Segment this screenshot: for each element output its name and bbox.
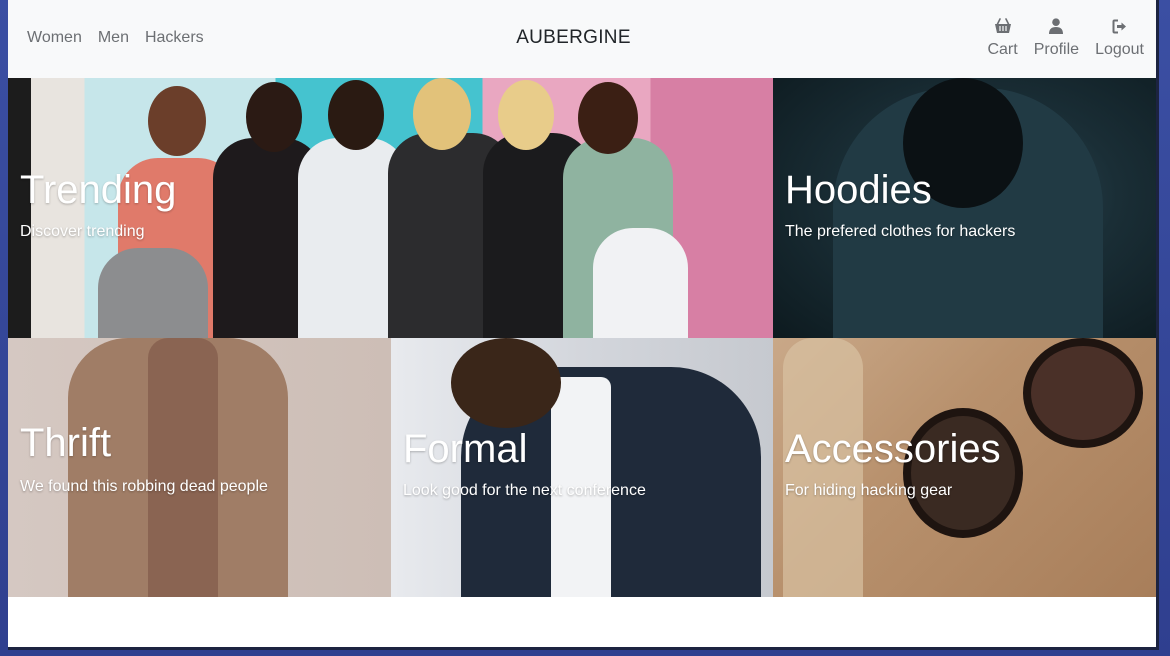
user-icon bbox=[1049, 16, 1064, 36]
tile-subtitle: Discover trending bbox=[20, 223, 145, 240]
tile-title: Trending bbox=[20, 168, 177, 212]
tile-subtitle: The prefered clothes for hackers bbox=[785, 223, 1016, 240]
logout-icon bbox=[1112, 16, 1128, 36]
basket-icon bbox=[994, 16, 1012, 36]
tile-title: Hoodies bbox=[785, 168, 932, 212]
tile-title: Thrift bbox=[20, 421, 112, 465]
tile-hoodies[interactable]: Hoodies The prefered clothes for hackers bbox=[773, 78, 1156, 338]
browser-window: Women Men Hackers AUBERGINE Cart Profile… bbox=[8, 0, 1156, 648]
tile-formal[interactable]: Formal Look good for the next conference bbox=[391, 338, 773, 597]
logout-button[interactable]: Logout bbox=[1095, 16, 1144, 59]
profile-button[interactable]: Profile bbox=[1034, 16, 1079, 59]
top-navbar: Women Men Hackers AUBERGINE Cart Profile… bbox=[8, 0, 1156, 78]
tile-subtitle: Look good for the next conference bbox=[403, 482, 646, 499]
profile-label: Profile bbox=[1033, 41, 1080, 58]
tile-subtitle: We found this robbing dead people bbox=[20, 478, 268, 495]
tile-title: Accessories bbox=[785, 427, 1001, 471]
brand-logo[interactable]: AUBERGINE bbox=[8, 27, 1139, 49]
account-nav: Cart Profile Logout bbox=[987, 16, 1144, 59]
tile-title: Formal bbox=[403, 427, 528, 471]
tile-trending[interactable]: Trending Discover trending bbox=[8, 78, 773, 338]
cart-button[interactable]: Cart bbox=[987, 16, 1018, 59]
logout-label: Logout bbox=[1095, 41, 1144, 58]
window-border-right bbox=[1156, 0, 1159, 650]
cart-label: Cart bbox=[987, 41, 1018, 58]
window-border-bottom bbox=[8, 647, 1159, 650]
tile-accessories[interactable]: Accessories For hiding hacking gear bbox=[773, 338, 1156, 597]
tile-thrift[interactable]: Thrift We found this robbing dead people bbox=[8, 338, 391, 597]
tile-subtitle: For hiding hacking gear bbox=[785, 482, 953, 499]
